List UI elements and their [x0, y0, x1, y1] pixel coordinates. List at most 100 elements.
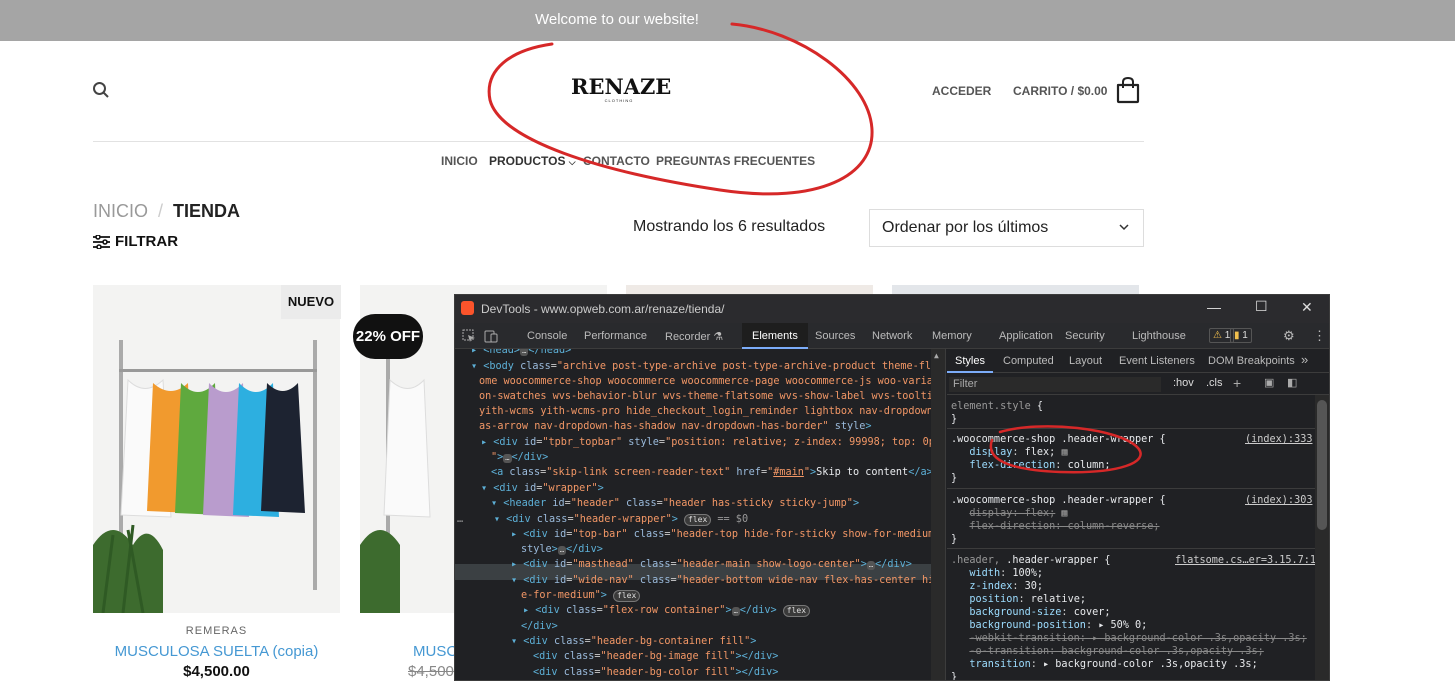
add-rule-icon[interactable]: +	[1233, 375, 1241, 391]
style-rule[interactable]: .woocommerce-shop .header-wrapper { disp…	[951, 433, 1166, 485]
tab-elements[interactable]: Elements	[742, 323, 808, 349]
filter-sliders-icon	[93, 234, 110, 249]
rule-divider	[947, 428, 1315, 429]
maximize-icon[interactable]: ☐	[1255, 298, 1268, 315]
tree-line[interactable]: ▾ <body class="archive post-type-archive…	[471, 359, 931, 374]
tree-line[interactable]: ▸ <div class="flex-row container">… </div…	[523, 603, 811, 618]
tree-line[interactable]: <div class="header-bg-image fill"></div>	[533, 649, 778, 664]
nav-inicio[interactable]: INICIO	[441, 154, 478, 168]
inspect-element-icon[interactable]	[462, 329, 476, 343]
tab-event-listeners[interactable]: Event Listeners	[1119, 355, 1195, 367]
annotation-circle-logo	[487, 22, 874, 196]
welcome-text: Welcome to our website!	[535, 11, 699, 28]
chevron-down-icon	[1119, 224, 1129, 231]
style-rule[interactable]: .woocommerce-shop .header-wrapper { disp…	[951, 494, 1166, 546]
paint-icon[interactable]: ▣	[1264, 376, 1274, 389]
tab-computed[interactable]: Computed	[1003, 355, 1054, 367]
tree-line: on-swatches wvs-behavior-blur wvs-theme-…	[479, 391, 931, 402]
styles-tabbar: Styles Computed Layout Event Listeners D…	[947, 349, 1329, 373]
login-link[interactable]: ACCEDER	[932, 84, 991, 98]
tree-line-selected[interactable]: … ▾ <div class="header-wrapper"> flex ==…	[457, 512, 748, 527]
tab-application[interactable]: Application	[999, 330, 1053, 342]
tree-line[interactable]: ▸ <div id="top-bar" class="header-top hi…	[511, 527, 931, 542]
filter-button[interactable]: FILTRAR	[93, 233, 178, 250]
elements-tree[interactable]: ▸ <head>… </head> ▾ <body class="archive …	[455, 349, 931, 680]
search-icon[interactable]	[92, 81, 110, 99]
new-badge: NUEVO	[281, 285, 341, 319]
logo-text: RENAZE	[571, 74, 672, 99]
tab-dom-breakpoints[interactable]: DOM Breakpoints	[1208, 355, 1295, 367]
sidebar-toggle-icon[interactable]: ◧	[1287, 376, 1297, 389]
cart-link[interactable]: CARRITO / $0.00	[1013, 84, 1107, 98]
hov-toggle[interactable]: :hov	[1173, 377, 1194, 389]
issues-counter[interactable]: ▮ 1	[1230, 328, 1252, 343]
tree-line[interactable]: ▾ <div id="wrapper">	[481, 481, 604, 496]
styles-scrollbar-thumb[interactable]	[1317, 400, 1327, 530]
settings-gear-icon[interactable]: ⚙	[1283, 328, 1295, 344]
elements-scrollbar[interactable]: ▲	[931, 349, 946, 680]
tree-line[interactable]: <a class="skip-link screen-reader-text" …	[491, 465, 931, 480]
cls-toggle[interactable]: .cls	[1206, 377, 1223, 389]
issues-count: 1	[1242, 330, 1248, 341]
styles-filter-bar: Filter :hov .cls + ▣ ◧	[947, 373, 1329, 395]
tree-line: ">… </div>	[491, 452, 549, 463]
nav-productos[interactable]: PRODUCTOS ⌵	[489, 154, 576, 168]
breadcrumb-home[interactable]: INICIO	[93, 201, 148, 221]
tree-line[interactable]: ▾ <div class="header-bg-container fill">	[511, 634, 756, 649]
chevron-down-icon: ⌵	[568, 157, 576, 167]
tab-security[interactable]: Security	[1065, 330, 1105, 342]
tree-line[interactable]: ▸ <head>… </head>	[471, 349, 571, 358]
product-image[interactable]	[93, 285, 340, 613]
tab-recorder[interactable]: Recorder ⚗	[665, 330, 723, 343]
source-link[interactable]: flatsome.cs…er=3.15.7:1	[1175, 554, 1316, 567]
product-price: $4,500.00	[183, 663, 250, 680]
more-tabs-icon[interactable]: »	[1301, 352, 1308, 367]
tab-network[interactable]: Network	[872, 330, 912, 342]
devtools-titlebar: DevTools - www.opweb.com.ar/renaze/tiend…	[455, 295, 1329, 323]
tab-console[interactable]: Console	[527, 330, 567, 342]
tree-line[interactable]: ▾ <div id="wide-nav" class="header-botto…	[511, 573, 931, 588]
device-toolbar-icon[interactable]	[484, 329, 498, 343]
product-category[interactable]: REMERAS	[93, 625, 340, 637]
tree-line: yith-wcms yith-wcms-pro hide_checkout_lo…	[479, 406, 931, 417]
styles-pane: Styles Computed Layout Event Listeners D…	[947, 349, 1329, 680]
sort-select-value: Ordenar por los últimos	[882, 219, 1049, 236]
tab-styles[interactable]: Styles	[947, 349, 993, 373]
tab-sources[interactable]: Sources	[815, 330, 855, 342]
tree-line: e-for-medium"> flex	[521, 588, 641, 603]
brave-logo-icon	[461, 301, 474, 315]
styles-filter-input[interactable]: Filter	[949, 377, 1161, 392]
tree-line: style>… </div>	[521, 544, 603, 555]
breadcrumb-current: TIENDA	[173, 201, 241, 221]
source-link[interactable]: (index):303	[1245, 494, 1312, 507]
devtools-window: DevTools - www.opweb.com.ar/renaze/tiend…	[454, 294, 1330, 681]
site-logo[interactable]: RENAZE CLOTHING	[571, 74, 672, 104]
tree-line[interactable]: ▸ <div id="masthead" class="header-main …	[511, 557, 912, 572]
source-link[interactable]: (index):333	[1245, 433, 1312, 446]
style-rule[interactable]: .header, .header-wrapper { width: 100%; …	[951, 554, 1307, 680]
tree-line[interactable]: <div class="header-bg-color fill"></div>	[533, 665, 778, 680]
nav-faq[interactable]: PREGUNTAS FRECUENTES	[656, 154, 815, 168]
nav-contacto[interactable]: CONTACTO	[583, 154, 650, 168]
product-old-price: $4,500	[408, 663, 454, 680]
close-icon[interactable]: ✕	[1301, 299, 1313, 316]
tree-line: ome woocommerce-shop woocommerce woocomm…	[479, 376, 931, 387]
devtools-title: DevTools - www.opweb.com.ar/renaze/tiend…	[481, 302, 725, 316]
tree-line[interactable]: ▸ <div id="tpbr_topbar" style="position:…	[481, 435, 931, 450]
style-rule[interactable]: element.style { }	[951, 400, 1043, 426]
tab-layout[interactable]: Layout	[1069, 355, 1102, 367]
nav-productos-label: PRODUCTOS	[489, 154, 566, 168]
top-bar: Welcome to our website!	[0, 0, 1455, 41]
tab-performance[interactable]: Performance	[584, 330, 647, 342]
product-name[interactable]: MUSCULOSA SUELTA (copia)	[93, 643, 340, 660]
minimize-icon[interactable]: —	[1207, 299, 1221, 315]
discount-badge: 22% OFF	[353, 314, 423, 359]
sort-select[interactable]: Ordenar por los últimos	[869, 209, 1144, 247]
tree-line: as-arrow nav-dropdown-has-shadow nav-dro…	[479, 421, 872, 432]
shopping-bag-icon[interactable]	[1115, 76, 1141, 104]
tree-line[interactable]: ▾ <header id="header" class="header has-…	[491, 496, 859, 511]
tab-memory[interactable]: Memory	[932, 330, 972, 342]
more-options-icon[interactable]: ⋮	[1313, 328, 1326, 344]
rule-divider	[947, 488, 1315, 489]
tab-lighthouse[interactable]: Lighthouse	[1132, 330, 1186, 342]
